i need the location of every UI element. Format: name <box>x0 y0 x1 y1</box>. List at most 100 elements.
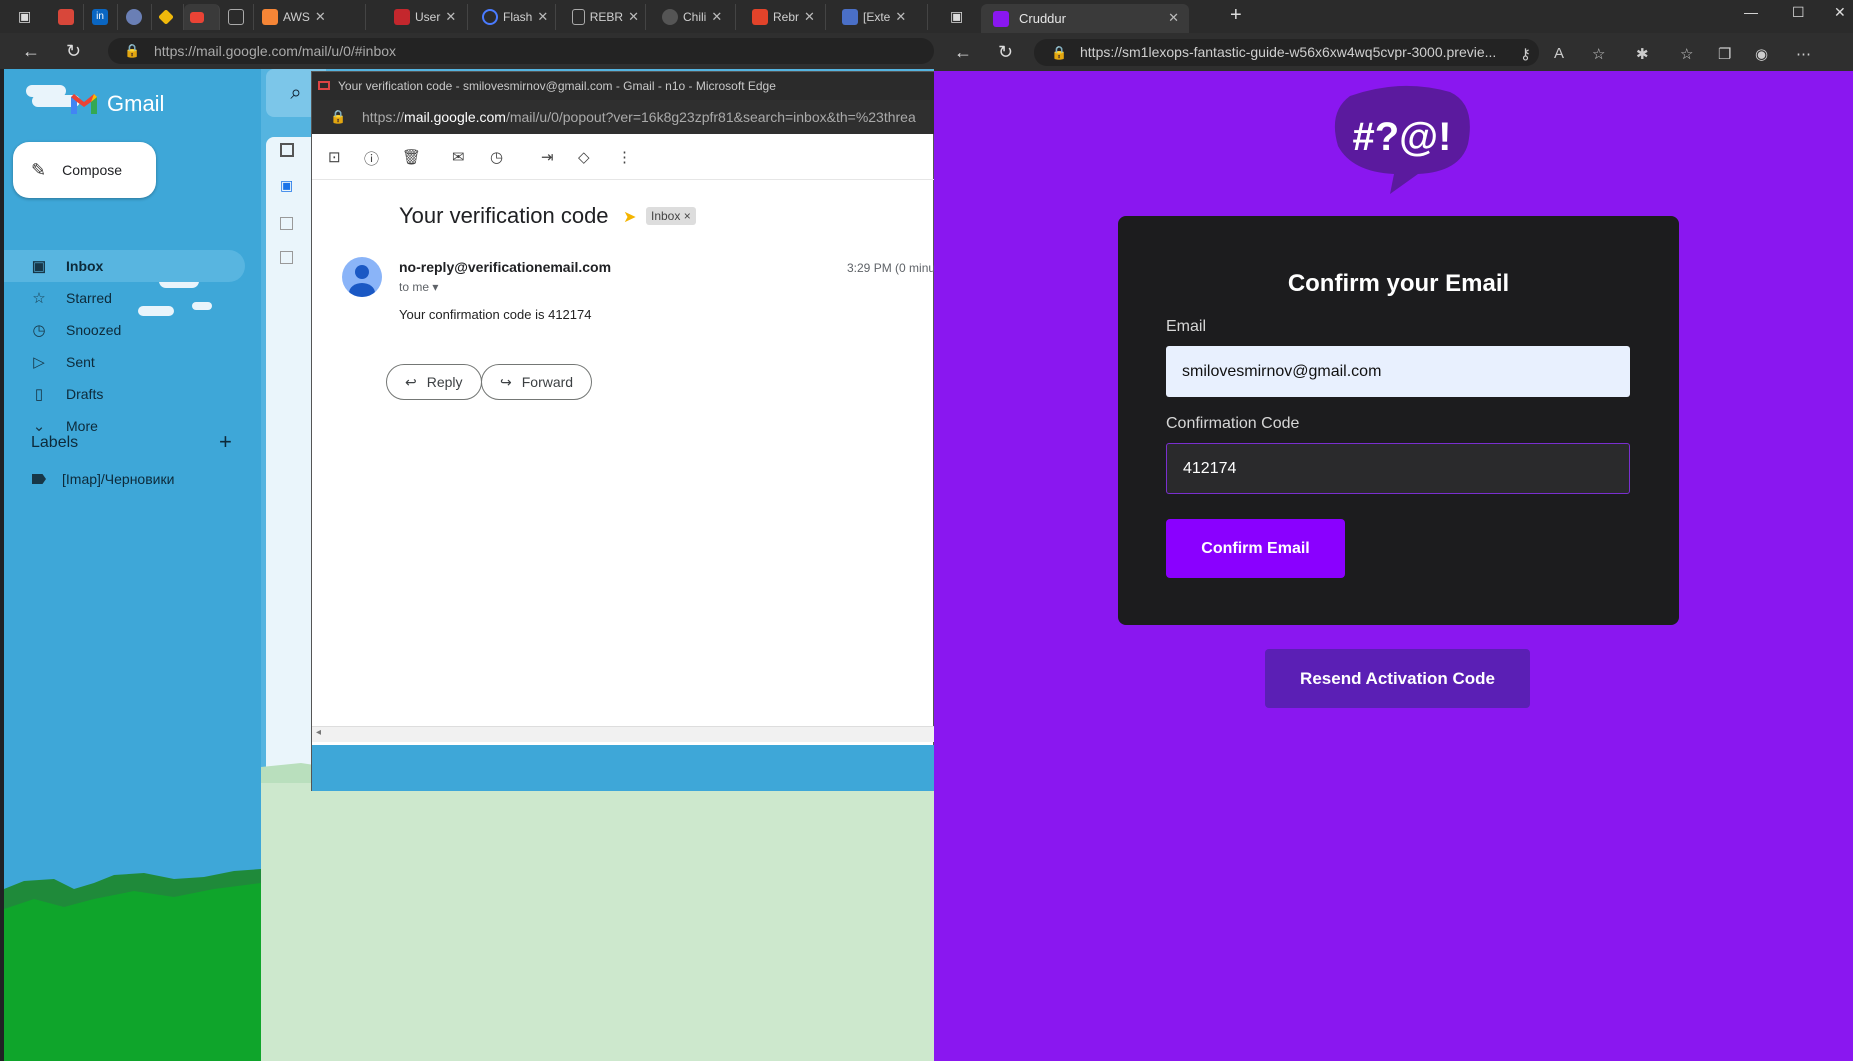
sidebar-item-snoozed[interactable]: ◷ Snoozed <box>4 314 245 346</box>
lock-icon: 🔒 <box>1051 45 1068 60</box>
card-title: Confirm your Email <box>1287 270 1510 297</box>
close-icon[interactable]: ✕ <box>315 9 326 25</box>
reply-button[interactable]: ↩ Reply <box>386 364 482 400</box>
tab-9[interactable]: Flash ✕ <box>476 4 556 30</box>
important-marker-icon[interactable]: ➤ <box>623 207 636 227</box>
tab-13[interactable]: [Exte ✕ <box>836 4 928 30</box>
sidebar-item-starred[interactable]: ☆ Starred <box>4 282 245 314</box>
tab-7[interactable]: AWS ✕ <box>256 4 366 30</box>
key-icon[interactable]: ⚷ <box>1520 45 1531 63</box>
reply-icon: ↩ <box>405 373 417 390</box>
new-tab-icon[interactable]: + <box>1230 4 1242 27</box>
add-label-icon[interactable]: + <box>219 429 232 455</box>
popup-bottom-area <box>312 745 935 791</box>
gmail-logo[interactable]: Gmail <box>69 91 164 117</box>
mark-unread-icon[interactable]: ✉ <box>452 148 465 166</box>
collections-icon[interactable]: ❐ <box>1718 45 1731 63</box>
row-checkbox[interactable] <box>280 251 293 264</box>
tab-2[interactable]: in <box>86 4 118 30</box>
sidebar-item-drafts[interactable]: ▯ Drafts <box>4 378 245 410</box>
close-icon[interactable]: ✕ <box>711 9 722 25</box>
select-checkbox[interactable] <box>280 143 294 157</box>
popup-url-host: mail.google.com <box>404 109 506 125</box>
close-icon[interactable]: ✕ <box>628 9 639 25</box>
move-to-icon[interactable]: ⇥ <box>541 148 554 166</box>
more-icon[interactable]: ⋯ <box>1796 45 1811 63</box>
close-icon[interactable]: ✕ <box>1168 10 1179 26</box>
close-icon[interactable]: ✕ <box>895 9 906 25</box>
label-icon <box>32 474 46 484</box>
inbox-chip[interactable]: Inbox × <box>646 207 696 225</box>
close-icon[interactable]: ✕ <box>537 9 548 25</box>
extensions-icon[interactable]: ✱ <box>1636 45 1649 63</box>
gmail-icon <box>318 81 330 90</box>
gmail-name: Gmail <box>107 91 165 116</box>
gmail-icon <box>190 11 204 23</box>
inbox-tab-icon[interactable]: ▣ <box>280 177 293 194</box>
forward-button[interactable]: ↪ Forward <box>481 364 593 400</box>
tab-actions-icon[interactable]: ▣ <box>18 8 31 25</box>
tab-label: AWS <box>283 10 310 24</box>
sidebar-item-label: Drafts <box>66 386 104 402</box>
url-field[interactable]: 🔒 https://sm1lexops-fantastic-guide-w56x… <box>1034 39 1539 66</box>
url-field[interactable]: 🔒 https://mail.google.com/mail/u/0/#inbo… <box>108 38 934 64</box>
close-icon[interactable]: × <box>684 209 691 223</box>
archive-icon[interactable]: ⊡ <box>328 148 341 166</box>
sidebar-item-inbox[interactable]: ▣ Inbox <box>4 250 245 282</box>
to-me-label: to me <box>399 280 430 294</box>
cruddur-page: #?@! Confirm your Email Email Confirmati… <box>934 71 1853 1061</box>
more-vert-icon[interactable]: ⋮ <box>617 148 632 166</box>
sidebar-item-label: More <box>66 418 98 434</box>
tab-10[interactable]: REBR ✕ <box>566 4 646 30</box>
row-checkbox[interactable] <box>280 217 293 230</box>
back-icon[interactable]: ← <box>22 41 40 62</box>
label-item[interactable]: [Imap]/Черновики <box>32 471 174 487</box>
compose-button[interactable]: ✎ Compose <box>13 142 156 198</box>
snooze-icon[interactable]: ◷ <box>490 148 503 166</box>
resend-activation-button[interactable]: Resend Activation Code <box>1265 649 1530 708</box>
favorites-icon[interactable]: ☆ <box>1680 45 1693 63</box>
close-window-icon[interactable]: ✕ <box>1834 4 1846 21</box>
tab-5[interactable] <box>184 4 220 30</box>
tab-12[interactable]: Rebr ✕ <box>746 4 826 30</box>
tab-1[interactable] <box>52 4 84 30</box>
profile-icon[interactable]: ◉ <box>1755 45 1768 63</box>
tab-11[interactable]: Chili ✕ <box>656 4 736 30</box>
read-aloud-icon[interactable]: A <box>1554 45 1564 62</box>
reload-icon[interactable]: ↻ <box>66 41 81 62</box>
popup-address-bar[interactable]: 🔒 https://mail.google.com/mail/u/0/popou… <box>312 100 935 134</box>
email-subject: Your verification code <box>399 203 609 228</box>
compose-label: Compose <box>62 162 123 178</box>
tab-actions-icon[interactable]: ▣ <box>950 8 963 25</box>
caret-down-icon: ▾ <box>432 280 439 294</box>
recipient-details[interactable]: to me ▾ <box>399 280 438 294</box>
confirmation-code-field[interactable] <box>1166 443 1630 494</box>
popup-url-prefix: https:// <box>362 109 405 125</box>
email-label: Email <box>1166 318 1207 335</box>
close-icon[interactable]: ✕ <box>445 9 456 25</box>
forward-label: Forward <box>521 374 574 390</box>
label-icon[interactable]: ◇ <box>578 148 590 166</box>
tab-3[interactable] <box>120 4 152 30</box>
back-icon[interactable]: ← <box>954 42 972 63</box>
close-icon[interactable]: ✕ <box>804 9 815 25</box>
sidebar-item-sent[interactable]: ▷ Sent <box>4 346 245 378</box>
favorite-icon[interactable]: ☆ <box>1592 45 1605 63</box>
delete-icon[interactable]: 🗑 <box>402 148 421 166</box>
gmail-m-icon <box>71 94 97 114</box>
confirm-email-button[interactable]: Confirm Email <box>1166 519 1345 578</box>
report-spam-icon[interactable]: ⓘ <box>364 148 379 169</box>
tab-6[interactable] <box>222 4 254 30</box>
email-field[interactable] <box>1166 346 1630 397</box>
minimize-icon[interactable]: — <box>1744 4 1758 20</box>
tab-cruddur[interactable]: Cruddur ✕ <box>981 4 1189 33</box>
cruddur-logo: #?@! <box>1334 85 1470 194</box>
reload-icon[interactable]: ↻ <box>998 42 1013 63</box>
tab-4[interactable] <box>152 4 184 30</box>
horizontal-scrollbar[interactable]: ◂ <box>312 726 935 742</box>
sidebar-item-label: Starred <box>66 290 112 306</box>
maximize-icon[interactable]: ☐ <box>1792 4 1805 21</box>
left-browser-window: ▣ in AWS ✕ User ✕ Flash ✕ REBR ✕ Chili ✕ Rebr… <box>0 0 935 1061</box>
sidebar-item-label: Sent <box>66 354 95 370</box>
tab-8[interactable]: User ✕ <box>388 4 468 30</box>
